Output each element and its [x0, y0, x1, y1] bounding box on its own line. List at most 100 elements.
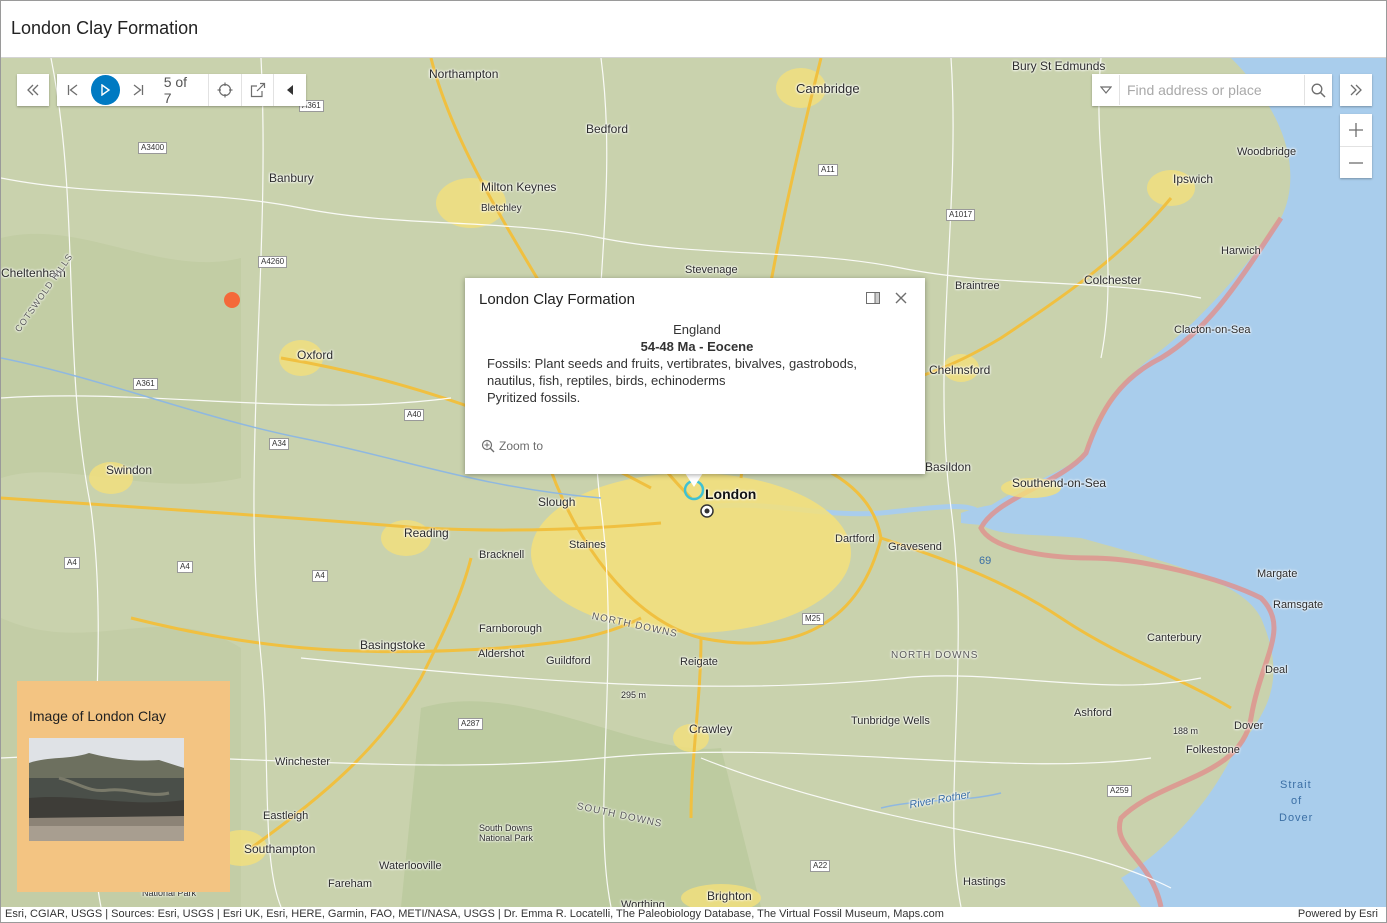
map-label: Bracknell	[479, 549, 525, 561]
page-title: London Clay Formation	[11, 18, 199, 38]
map-label: Cambridge	[796, 81, 860, 96]
road-shield: A4	[312, 570, 328, 582]
map-label: Staines	[569, 539, 606, 551]
road-shield: A40	[404, 409, 425, 421]
map-view[interactable]: Bury St Edmunds Northampton Cambridge Be…	[1, 58, 1386, 907]
road-shield: M25	[802, 613, 824, 625]
road-shield: A4	[177, 561, 193, 573]
map-label: Fareham	[328, 878, 373, 890]
image-card-title: Image of London Clay	[29, 708, 166, 724]
map-feature-label: NORTH DOWNS	[891, 650, 979, 661]
map-label: Banbury	[269, 171, 314, 185]
close-icon[interactable]	[891, 288, 911, 308]
zoom-controls	[1340, 114, 1372, 178]
road-shield: A4260	[258, 256, 288, 268]
skip-back-icon[interactable]	[57, 74, 89, 106]
search-widget	[1092, 74, 1332, 106]
map-label: Deal	[1265, 664, 1288, 676]
search-source-dropdown[interactable]	[1092, 74, 1119, 106]
road-shield: A4	[64, 557, 80, 569]
map-feature-label: Strait	[1280, 779, 1312, 791]
map-label: Guildford	[546, 655, 591, 667]
map-label: Southampton	[244, 842, 316, 856]
map-label: Hastings	[963, 876, 1006, 888]
map-feature-label: of	[1291, 795, 1303, 807]
map-label: Milton Keynes	[481, 180, 557, 194]
slideshow-toolbar: 5 of 7	[57, 74, 306, 106]
map-label: Brighton	[707, 889, 752, 903]
map-feature-label: Dover	[1279, 812, 1314, 824]
map-label: Eastleigh	[263, 810, 309, 822]
search-input[interactable]	[1119, 75, 1305, 105]
popup-title: London Clay Formation	[479, 291, 635, 308]
map-label: Reading	[404, 526, 449, 540]
share-icon[interactable]	[240, 74, 274, 106]
map-label: Braintree	[955, 280, 1000, 292]
map-feature-label: 69	[979, 555, 992, 567]
map-label: Stevenage	[685, 264, 738, 276]
map-label: Bletchley	[481, 203, 522, 214]
double-chevron-left-icon[interactable]	[17, 74, 49, 106]
map-label: Gravesend	[888, 541, 942, 553]
map-label: South Downs National Park	[479, 823, 534, 843]
zoom-in-magnifier-icon	[481, 439, 495, 453]
app-header: London Clay Formation	[1, 1, 1386, 58]
dock-icon[interactable]	[863, 288, 883, 308]
double-chevron-right-icon	[1350, 84, 1362, 96]
road-shield: A3400	[138, 142, 168, 154]
plus-icon	[1349, 123, 1363, 137]
expand-panel-button[interactable]	[1340, 74, 1372, 106]
collapse-panel-button[interactable]	[17, 74, 49, 106]
map-label: Ashford	[1074, 707, 1112, 719]
map-label: Basingstoke	[360, 638, 426, 652]
powered-by-esri[interactable]: Powered by Esri	[1298, 907, 1378, 922]
zoom-to-button[interactable]: Zoom to	[481, 439, 543, 453]
map-label: Basildon	[925, 460, 972, 474]
popup-country: England	[673, 322, 721, 337]
map-label: Canterbury	[1147, 632, 1202, 644]
map-feature-label: 295 m	[621, 690, 647, 700]
map-label: Tunbridge Wells	[851, 715, 930, 727]
map-label: Harwich	[1221, 245, 1261, 257]
minus-icon	[1349, 162, 1363, 164]
map-label: Dover	[1234, 720, 1264, 732]
attribution-sources[interactable]: Esri, CGIAR, USGS | Sources: Esri, USGS …	[5, 907, 944, 922]
feature-counter: 5 of 7	[163, 74, 188, 106]
road-shield: A34	[269, 438, 290, 450]
map-label: Woodbridge	[1237, 146, 1297, 158]
caret-left-icon[interactable]	[273, 74, 306, 106]
map-label: Farnborough	[479, 623, 542, 635]
search-icon[interactable]	[1305, 74, 1332, 106]
play-button[interactable]	[90, 75, 121, 105]
skip-forward-icon[interactable]	[122, 74, 154, 106]
popup-fossils: Fossils: Plant seeds and fruits, vertibr…	[487, 356, 857, 388]
road-shield: A1017	[946, 209, 976, 221]
map-label: Chelmsford	[929, 363, 991, 377]
popup-content: England 54-48 Ma - Eocene Fossils: Plant…	[487, 321, 907, 406]
crosshair-icon[interactable]	[208, 74, 241, 106]
zoom-in-button[interactable]	[1340, 114, 1372, 146]
attribution-bar: Esri, CGIAR, USGS | Sources: Esri, USGS …	[1, 907, 1386, 922]
chevron-down-icon	[1099, 86, 1112, 94]
road-shield: A287	[458, 718, 483, 730]
map-label: Northampton	[429, 67, 499, 81]
map-label: Margate	[1257, 568, 1298, 580]
map-label: Bedford	[586, 122, 629, 136]
zoom-out-button[interactable]	[1340, 146, 1372, 179]
map-label: Crawley	[689, 722, 733, 736]
popup-age: 54-48 Ma - Eocene	[640, 339, 754, 354]
app-frame: London Clay Formation Bury St Edmunds No…	[0, 0, 1387, 923]
map-label: Winchester	[275, 756, 331, 768]
map-label: Folkestone	[1186, 744, 1240, 756]
map-label: Swindon	[106, 463, 153, 477]
map-label: Aldershot	[478, 648, 525, 660]
map-label: Slough	[538, 495, 576, 509]
feature-popup: London Clay Formation England 54-48 Ma -…	[465, 278, 925, 474]
popup-pointer	[685, 473, 703, 487]
london-clay-photo	[29, 738, 184, 841]
popup-note: Pyritized fossils.	[487, 390, 581, 405]
road-shield: A22	[810, 860, 831, 872]
road-shield: A11	[818, 164, 838, 176]
map-label: Clacton-on-Sea	[1174, 324, 1251, 336]
map-label: Oxford	[297, 348, 334, 362]
